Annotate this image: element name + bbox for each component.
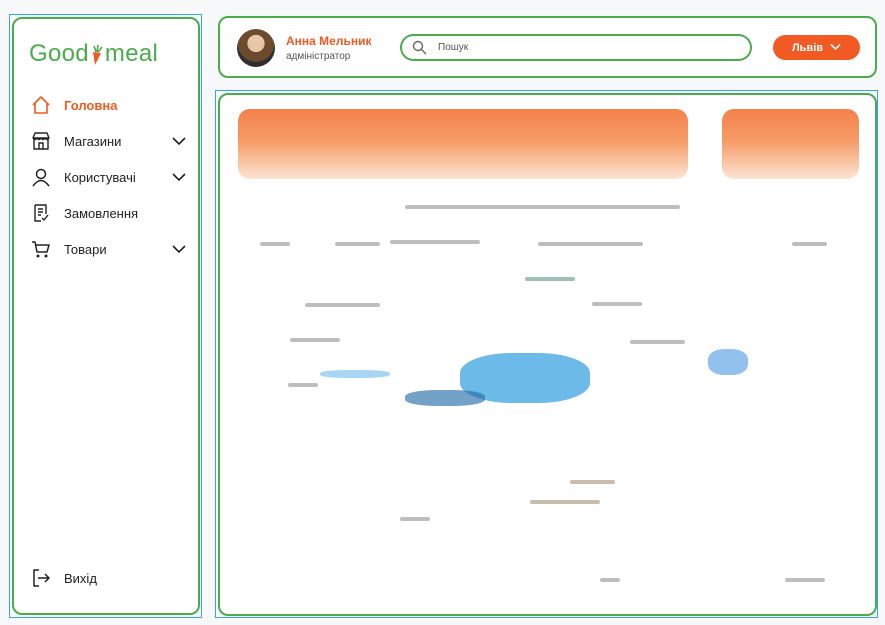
chevron-down-icon xyxy=(830,42,841,54)
user-icon xyxy=(30,166,52,188)
city-label: Львів xyxy=(791,41,824,54)
chevron-down-icon[interactable] xyxy=(172,242,186,256)
top-header: Анна Мельник адміністратор Львів xyxy=(218,16,877,78)
banner-card xyxy=(722,109,859,179)
sidebar-item-label: Користувачі xyxy=(64,169,136,185)
search-input[interactable] xyxy=(438,42,718,53)
carrot-icon xyxy=(90,44,104,65)
logo-text-left: Good xyxy=(29,40,89,67)
home-icon xyxy=(30,94,52,116)
placeholder-line xyxy=(538,242,643,246)
placeholder-line xyxy=(525,277,575,281)
user-role: адміністратор xyxy=(286,51,351,62)
sidebar-item-label: Товари xyxy=(64,241,107,257)
logo-text-right: meal xyxy=(104,40,159,67)
placeholder-line xyxy=(600,578,620,582)
chart-blob xyxy=(708,349,748,375)
logo[interactable]: Good meal xyxy=(29,40,158,68)
logout-button[interactable]: Вихід xyxy=(30,563,97,593)
chevron-down-icon[interactable] xyxy=(172,134,186,148)
placeholder-line xyxy=(405,205,680,209)
sidebar-item-label: Головна xyxy=(64,97,118,113)
sidebar-item-users[interactable]: Користувачі xyxy=(30,159,186,195)
search-box[interactable] xyxy=(400,34,752,61)
search-icon xyxy=(412,40,428,56)
avatar[interactable] xyxy=(237,29,275,67)
city-select[interactable]: Львів xyxy=(773,35,860,60)
placeholder-line xyxy=(335,242,380,246)
banner-card xyxy=(238,109,688,179)
placeholder-line xyxy=(288,383,318,387)
store-icon xyxy=(30,130,52,152)
sidebar-item-home[interactable]: Головна xyxy=(30,87,186,123)
placeholder-line xyxy=(260,242,290,246)
placeholder-line xyxy=(630,340,685,344)
chart-blob xyxy=(405,390,485,406)
chart-blob xyxy=(320,370,390,378)
sidebar-item-label: Магазини xyxy=(64,133,122,149)
placeholder-line xyxy=(390,240,480,244)
chevron-down-icon[interactable] xyxy=(172,170,186,184)
cart-icon xyxy=(30,238,52,260)
placeholder-line xyxy=(530,500,600,504)
user-name: Анна Мельник xyxy=(286,34,372,48)
logout-icon xyxy=(30,567,52,589)
placeholder-line xyxy=(785,578,825,582)
placeholder-line xyxy=(400,517,430,521)
logout-label: Вихід xyxy=(64,570,97,586)
sidebar: Good meal Головна Магазини Користувачі З… xyxy=(12,17,200,615)
sidebar-item-products[interactable]: Товари xyxy=(30,231,186,267)
sidebar-item-label: Замовлення xyxy=(64,205,139,221)
orders-icon xyxy=(30,202,52,224)
main-content xyxy=(218,93,877,616)
placeholder-line xyxy=(570,480,615,484)
sidebar-item-orders[interactable]: Замовлення xyxy=(30,195,186,231)
placeholder-line xyxy=(792,242,827,246)
sidebar-item-stores[interactable]: Магазини xyxy=(30,123,186,159)
sidebar-nav: Головна Магазини Користувачі Замовлення … xyxy=(30,87,186,267)
placeholder-line xyxy=(305,303,380,307)
placeholder-line xyxy=(592,302,642,306)
placeholder-line xyxy=(290,338,340,342)
